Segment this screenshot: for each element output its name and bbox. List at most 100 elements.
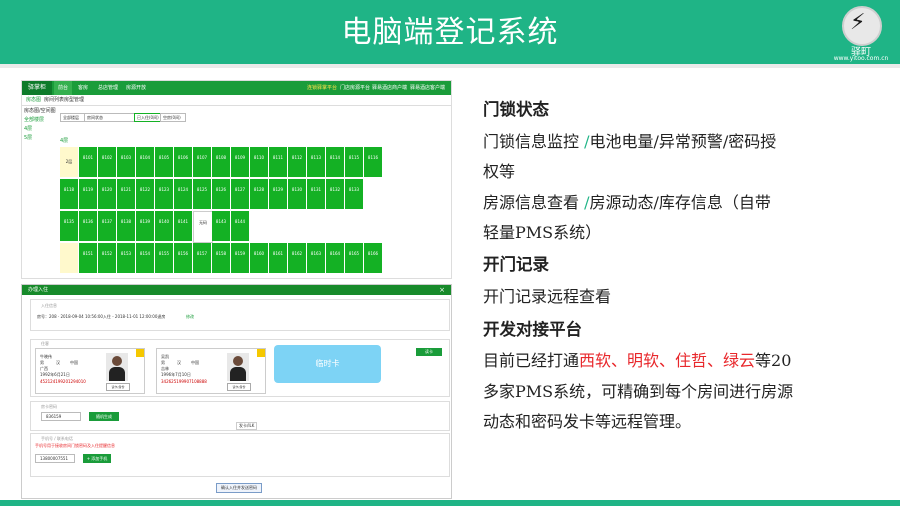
tab-room-list[interactable]: 房间列表 — [44, 96, 64, 103]
room-number: 无码 — [199, 220, 207, 225]
nav-right-1[interactable]: 连锁驿掌平台 — [307, 81, 337, 95]
room-cell[interactable]: 8159 — [231, 243, 249, 273]
room-cell[interactable]: 8121 — [117, 179, 135, 209]
room-cell[interactable]: 8141 — [174, 211, 192, 241]
room-cell[interactable]: 8130 — [288, 179, 306, 209]
room-cell[interactable]: 8135 — [60, 211, 78, 241]
room-cell[interactable]: 8115 — [345, 147, 363, 177]
room-cell[interactable]: 8131 — [307, 179, 325, 209]
room-cell[interactable]: 8105 — [155, 147, 173, 177]
guest-card-2[interactable]: 吴凯 男 汉 中国 吉林 1996年7月10日 3426251999071088… — [156, 348, 266, 394]
tab-room-type[interactable]: 房型管理 — [64, 96, 84, 103]
room-cell[interactable]: 8101 — [79, 147, 97, 177]
sidebar-item-5f[interactable]: 5层 — [22, 134, 58, 143]
room-cell[interactable]: 8162 — [288, 243, 306, 273]
room-cell[interactable]: 8109 — [231, 147, 249, 177]
tab-room-map[interactable]: 房态图 — [26, 96, 41, 103]
guest1-read-button[interactable]: 读卡/身份 — [106, 383, 130, 391]
room-cell[interactable]: 8144 — [231, 211, 249, 241]
nav-item-open[interactable]: 房源开放 — [126, 81, 146, 95]
room-cell[interactable]: 8118 — [60, 179, 78, 209]
stay-edit-link[interactable]: 修改 — [186, 314, 194, 320]
nav-right-3[interactable]: 驿易酒店商户端 — [372, 81, 407, 95]
room-cell[interactable]: 8110 — [250, 147, 268, 177]
room-cell[interactable]: 8124 — [174, 179, 192, 209]
room-cell-yellow[interactable] — [60, 243, 78, 273]
temp-card-button[interactable]: 临时卡 — [274, 345, 381, 383]
room-cell[interactable]: 8111 — [269, 147, 287, 177]
nav-right-4[interactable]: 驿易酒店客户端 — [410, 81, 445, 95]
room-cell[interactable]: 8152 — [98, 243, 116, 273]
room-number: 8135 — [63, 219, 75, 224]
room-cell[interactable]: 8132 — [326, 179, 344, 209]
sidebar-item-4f[interactable]: 4层 — [22, 125, 58, 134]
card-password-input[interactable]: 836159 — [41, 412, 81, 421]
room-cell[interactable]: 8102 — [98, 147, 116, 177]
room-cell[interactable]: 8154 — [136, 243, 154, 273]
guest1-id: 452124199201294010 — [40, 379, 86, 384]
add-phone-button[interactable]: + 添加手机 — [83, 454, 111, 463]
room-cell[interactable]: 8157 — [193, 243, 211, 273]
guest-card-1[interactable]: 牛晓伟 汉 男 中国 广西 1992年6月21日 452124199201294… — [35, 348, 145, 394]
room-cell-yellow[interactable]: 2层 — [60, 147, 78, 177]
nav-item-hq[interactable]: 总店管理 — [98, 81, 118, 95]
room-cell[interactable]: 8112 — [288, 147, 306, 177]
room-cell[interactable]: 8119 — [79, 179, 97, 209]
submit-button[interactable]: 确认入住并发送密码 — [216, 483, 262, 493]
room-cell[interactable]: 8156 — [174, 243, 192, 273]
filter-occupied[interactable]: 已入住(0间) — [134, 113, 162, 122]
room-cell[interactable]: 8139 — [136, 211, 154, 241]
close-icon[interactable]: × — [439, 285, 445, 295]
room-cell[interactable]: 8125 — [193, 179, 211, 209]
sidebar-item-all[interactable]: 全部楼层 — [22, 116, 58, 125]
room-cell[interactable]: 8133 — [345, 179, 363, 209]
room-cell[interactable]: 8160 — [250, 243, 268, 273]
floor-select[interactable]: 全部楼层 — [60, 113, 86, 122]
room-cell[interactable]: 8153 — [117, 243, 135, 273]
guest2-read-button[interactable]: 读卡/身份 — [227, 383, 251, 391]
room-cell[interactable]: 8114 — [326, 147, 344, 177]
room-cell[interactable]: 8129 — [269, 179, 287, 209]
app-brand[interactable]: 驿掌柜 — [22, 81, 52, 95]
room-cell[interactable]: 8151 — [79, 243, 97, 273]
phone-input[interactable]: 13800007551 — [35, 454, 75, 463]
status-select[interactable]: 房间状态 — [84, 113, 136, 122]
room-cell[interactable]: 8161 — [269, 243, 287, 273]
room-cell[interactable]: 8122 — [136, 179, 154, 209]
room-cell[interactable]: 8120 — [98, 179, 116, 209]
room-cell[interactable]: 8104 — [136, 147, 154, 177]
nav-item-frontdesk[interactable]: 前台 — [54, 81, 73, 95]
room-cell[interactable]: 8166 — [364, 243, 382, 273]
room-cell[interactable]: 8127 — [231, 179, 249, 209]
room-number: 8153 — [120, 251, 132, 256]
room-cell[interactable]: 8165 — [345, 243, 363, 273]
room-cell[interactable]: 8108 — [212, 147, 230, 177]
room-cell[interactable]: 8106 — [174, 147, 192, 177]
room-cell[interactable]: 无码 — [193, 211, 213, 243]
room-number: 8155 — [158, 251, 170, 256]
nav-right-2[interactable]: 门店房源平台 — [340, 81, 370, 95]
heading-lock-status: 门锁状态 — [483, 100, 549, 119]
nav-item-rooms[interactable]: 客房 — [78, 81, 88, 95]
room-cell[interactable]: 8155 — [155, 243, 173, 273]
room-cell[interactable]: 8143 — [212, 211, 230, 241]
card-mode-select[interactable]: 发卡/ILK — [236, 422, 258, 430]
room-cell[interactable]: 8116 — [364, 147, 382, 177]
room-cell[interactable]: 8158 — [212, 243, 230, 273]
filter-vacant[interactable]: 空房(0间) — [160, 113, 186, 122]
room-cell[interactable]: 8138 — [117, 211, 135, 241]
room-cell[interactable]: 8136 — [79, 211, 97, 241]
room-cell[interactable]: 8126 — [212, 179, 230, 209]
room-cell[interactable]: 8113 — [307, 147, 325, 177]
room-cell[interactable]: 8164 — [326, 243, 344, 273]
random-generate-button[interactable]: 随机生成 — [89, 412, 119, 421]
room-cell[interactable]: 8103 — [117, 147, 135, 177]
add-guest-button[interactable]: 读卡 — [416, 348, 442, 356]
room-cell[interactable]: 8137 — [98, 211, 116, 241]
room-cell[interactable]: 8163 — [307, 243, 325, 273]
guest1-corner-badge — [136, 349, 144, 357]
room-cell[interactable]: 8107 — [193, 147, 211, 177]
room-cell[interactable]: 8140 — [155, 211, 173, 241]
room-cell[interactable]: 8128 — [250, 179, 268, 209]
room-cell[interactable]: 8123 — [155, 179, 173, 209]
